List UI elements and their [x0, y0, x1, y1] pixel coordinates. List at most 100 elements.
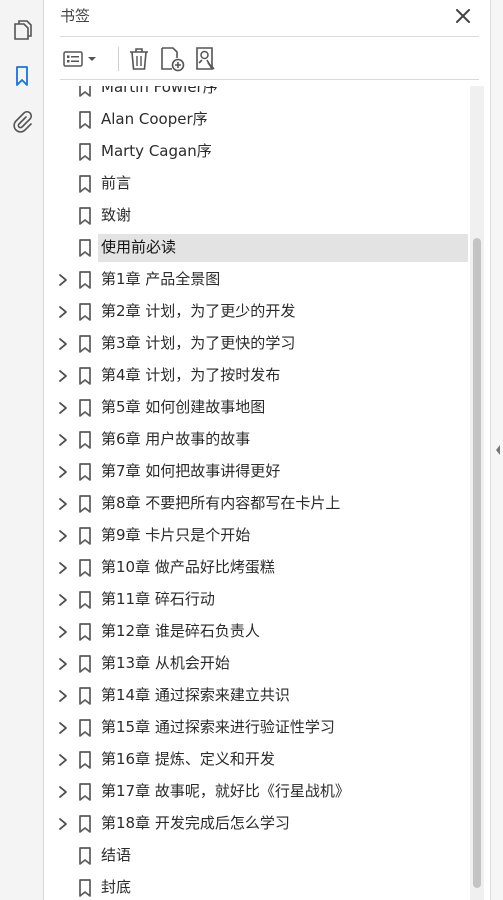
bookmark-item[interactable]: 第1章 产品全景图	[45, 264, 470, 296]
expand-chevron-icon[interactable]	[57, 753, 69, 767]
expand-chevron-icon[interactable]	[57, 433, 69, 447]
attachments-button[interactable]	[8, 108, 36, 136]
bookmark-icon	[79, 623, 91, 641]
trash-icon	[130, 48, 148, 70]
bookmark-label: 第18章 开发完成后怎么学习	[101, 814, 290, 832]
bookmark-icon	[79, 143, 91, 161]
bookmark-icon	[79, 719, 91, 737]
bookmark-icon	[79, 495, 91, 513]
bookmark-icon	[79, 463, 91, 481]
bookmark-label: 第9章 卡片只是个开始	[101, 526, 251, 544]
expand-chevron-icon[interactable]	[57, 657, 69, 671]
bookmark-label: 第12章 谁是碎石负责人	[101, 622, 260, 640]
bookmark-item[interactable]: 第9章 卡片只是个开始	[45, 520, 470, 552]
bookmark-item[interactable]: 第14章 通过探索来建立共识	[45, 680, 470, 712]
expand-chevron-icon[interactable]	[57, 593, 69, 607]
bookmark-icon	[79, 527, 91, 545]
page-thumbnails-button[interactable]	[8, 16, 36, 44]
bookmark-item[interactable]: 第16章 提炼、定义和开发	[45, 744, 470, 776]
bookmark-item[interactable]: 第10章 做产品好比烤蛋糕	[45, 552, 470, 584]
expand-chevron-icon[interactable]	[57, 721, 69, 735]
bookmark-label: 第6章 用户故事的故事	[101, 430, 251, 448]
bookmark-label: 结语	[101, 846, 132, 864]
expand-chevron-icon[interactable]	[57, 689, 69, 703]
bookmark-item[interactable]: 第6章 用户故事的故事	[45, 424, 470, 456]
bookmark-item[interactable]: Martin Fowler序	[45, 86, 470, 104]
bookmark-item[interactable]: 第3章 计划，为了更快的学习	[45, 328, 470, 360]
bookmark-item[interactable]: 致谢	[45, 200, 470, 232]
bookmark-icon	[79, 271, 91, 289]
bookmark-item[interactable]: 第17章 故事呢，就好比《行星战机》	[45, 776, 470, 808]
copy-pages-icon	[14, 20, 32, 40]
bookmark-label: Martin Fowler序	[101, 86, 218, 96]
bookmark-icon	[79, 847, 91, 865]
bookmark-icon	[79, 751, 91, 769]
expand-chevron-icon[interactable]	[57, 817, 69, 831]
bookmark-label: 第17章 故事呢，就好比《行星战机》	[101, 782, 350, 800]
left-nav-rail	[0, 0, 44, 900]
bookmark-item[interactable]: 第5章 如何创建故事地图	[45, 392, 470, 424]
expand-chevron-icon[interactable]	[57, 305, 69, 319]
bookmark-label: 第11章 碎石行动	[101, 590, 215, 608]
bookmark-item[interactable]: 封底	[45, 872, 470, 900]
bookmark-item[interactable]: 第13章 从机会开始	[45, 648, 470, 680]
bookmarks-button[interactable]	[8, 62, 36, 90]
bookmark-icon	[79, 367, 91, 385]
bookmark-item[interactable]: Marty Cagan序	[45, 136, 470, 168]
new-bookmark-button[interactable]	[158, 46, 186, 72]
expand-chevron-icon[interactable]	[57, 497, 69, 511]
bookmark-list: Martin Fowler序 Alan Cooper序 Marty Cagan序 前言…	[45, 86, 470, 900]
bookmark-label: Alan Cooper序	[101, 110, 208, 128]
bookmark-icon	[79, 655, 91, 673]
expand-chevron-icon[interactable]	[57, 465, 69, 479]
bookmark-label: 第3章 计划，为了更快的学习	[101, 334, 296, 352]
panel-title: 书签	[60, 7, 91, 25]
bookmark-label: 第7章 如何把故事讲得更好	[101, 462, 281, 480]
close-icon	[456, 9, 470, 23]
bookmark-item[interactable]: 第12章 谁是碎石负责人	[45, 616, 470, 648]
expand-chevron-icon[interactable]	[57, 529, 69, 543]
bookmark-icon	[79, 687, 91, 705]
bookmark-label: 第14章 通过探索来建立共识	[101, 686, 290, 704]
close-panel-button[interactable]	[451, 4, 475, 28]
expand-chevron-icon[interactable]	[57, 561, 69, 575]
bookmark-item[interactable]: 第15章 通过探索来进行验证性学习	[45, 712, 470, 744]
expand-chevron-icon[interactable]	[57, 401, 69, 415]
panel-splitter[interactable]	[490, 0, 503, 900]
bookmark-item[interactable]: 第18章 开发完成后怎么学习	[45, 808, 470, 840]
bookmark-search-icon	[196, 47, 215, 70]
bookmark-icon	[79, 86, 91, 97]
expand-chevron-icon[interactable]	[57, 625, 69, 639]
bookmark-item[interactable]: 第8章 不要把所有内容都写在卡片上	[45, 488, 470, 520]
bookmark-item[interactable]: 第11章 碎石行动	[45, 584, 470, 616]
bookmark-icon	[79, 783, 91, 801]
bookmark-label: 第15章 通过探索来进行验证性学习	[101, 718, 335, 736]
bookmark-label: 第10章 做产品好比烤蛋糕	[101, 558, 275, 576]
bookmark-item[interactable]: 第4章 计划，为了按时发布	[45, 360, 470, 392]
bookmark-icon	[79, 591, 91, 609]
delete-bookmark-button[interactable]	[126, 46, 152, 72]
expand-chevron-icon[interactable]	[57, 785, 69, 799]
expand-chevron-icon[interactable]	[57, 273, 69, 287]
vertical-scrollbar[interactable]	[470, 86, 484, 900]
bookmark-label: 第13章 从机会开始	[101, 654, 230, 672]
bookmark-label: 封底	[101, 878, 132, 896]
bookmark-label: 第1章 产品全景图	[101, 270, 221, 288]
scrollbar-thumb[interactable]	[473, 238, 481, 888]
expand-chevron-icon[interactable]	[57, 369, 69, 383]
bookmark-item[interactable]: 第7章 如何把故事讲得更好	[45, 456, 470, 488]
expand-chevron-icon[interactable]	[57, 337, 69, 351]
bookmark-label: 第16章 提炼、定义和开发	[101, 750, 275, 768]
bookmark-item[interactable]: 结语	[45, 840, 470, 872]
bookmarks-toolbar	[60, 36, 479, 80]
bookmark-icon	[79, 175, 91, 193]
collapse-arrow-icon	[496, 445, 500, 455]
options-menu-button[interactable]	[62, 46, 100, 72]
bookmark-item[interactable]: 使用前必读	[45, 232, 470, 264]
find-bookmark-button[interactable]	[192, 46, 220, 72]
bookmark-item[interactable]: Alan Cooper序	[45, 104, 470, 136]
bookmark-item[interactable]: 第2章 计划，为了更少的开发	[45, 296, 470, 328]
bookmark-icon	[79, 431, 91, 449]
bookmark-item[interactable]: 前言	[45, 168, 470, 200]
bookmark-icon	[16, 66, 28, 86]
